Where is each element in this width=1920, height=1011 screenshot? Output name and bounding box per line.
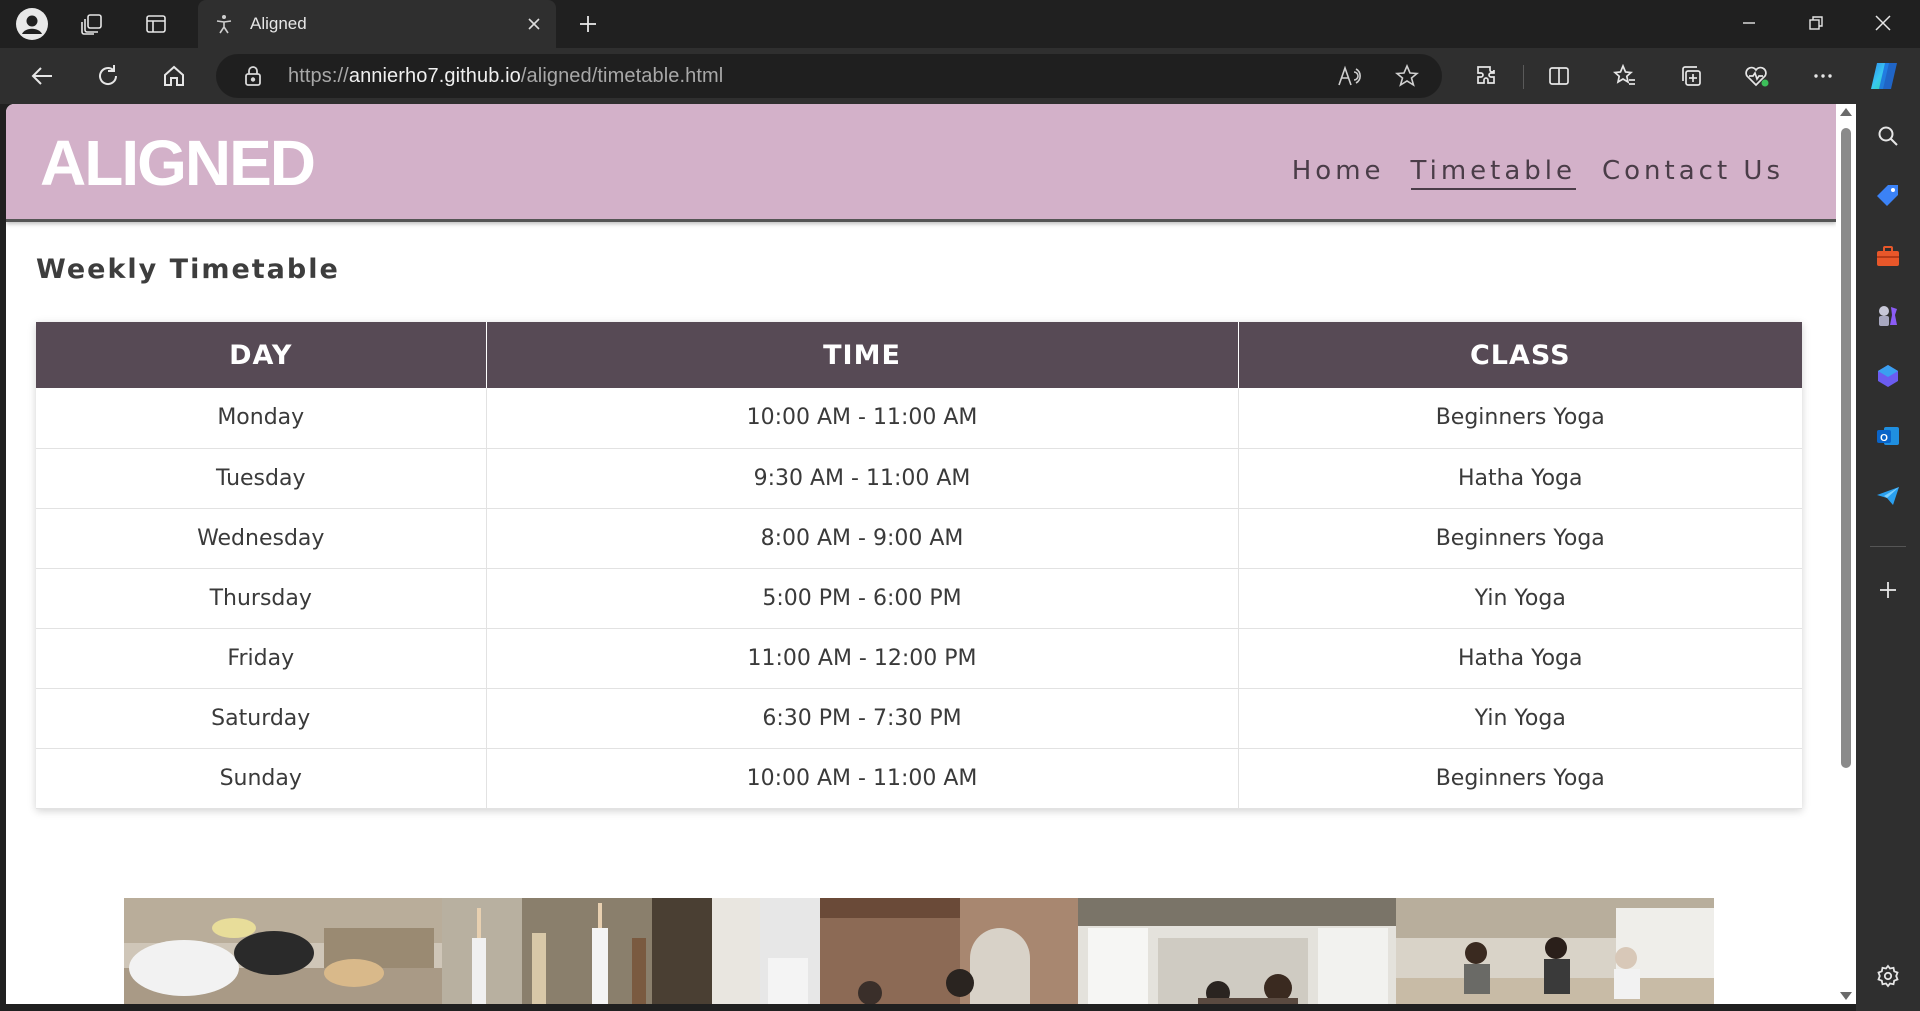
scroll-up-arrow-icon[interactable] bbox=[1840, 108, 1852, 116]
home-icon[interactable] bbox=[156, 58, 192, 94]
toolbar-separator bbox=[1523, 65, 1524, 89]
main-nav: Home Timetable Contact Us bbox=[1292, 156, 1784, 190]
table-header-row: DAY TIME CLASS bbox=[36, 322, 1802, 388]
profile-icon[interactable] bbox=[16, 8, 48, 40]
lock-icon[interactable] bbox=[242, 65, 264, 87]
nav-link-home[interactable]: Home bbox=[1292, 156, 1385, 190]
time-cell: 11:00 AM - 12:00 PM bbox=[486, 628, 1239, 689]
sidebar-separator bbox=[1870, 546, 1906, 547]
browser-toolbar: https://annierho7.github.io/aligned/time… bbox=[0, 48, 1920, 104]
time-cell: 8:00 AM - 9:00 AM bbox=[486, 508, 1239, 569]
photo-gallery bbox=[124, 898, 1714, 1004]
back-arrow-icon[interactable] bbox=[24, 58, 60, 94]
scrollbar-thumb[interactable] bbox=[1841, 128, 1851, 768]
browser-essentials-icon[interactable] bbox=[1739, 58, 1775, 94]
time-cell: 5:00 PM - 6:00 PM bbox=[486, 568, 1239, 629]
table-row: Friday 11:00 AM - 12:00 PM Hatha Yoga bbox=[36, 628, 1802, 689]
table-row: Monday 10:00 AM - 11:00 AM Beginners Yog… bbox=[36, 388, 1802, 449]
workspaces-icon[interactable] bbox=[76, 8, 108, 40]
outlook-icon[interactable]: O bbox=[1872, 420, 1904, 452]
day-cell: Friday bbox=[36, 628, 487, 689]
time-cell: 10:00 AM - 11:00 AM bbox=[486, 748, 1239, 809]
time-cell: 10:00 AM - 11:00 AM bbox=[486, 388, 1239, 449]
restore-window-icon[interactable] bbox=[1783, 0, 1849, 46]
day-cell: Wednesday bbox=[36, 508, 487, 569]
nav-link-timetable[interactable]: Timetable bbox=[1410, 156, 1576, 190]
shopping-tag-icon[interactable] bbox=[1872, 180, 1904, 212]
column-header-day: DAY bbox=[36, 322, 487, 388]
yoga-figure-favicon-icon bbox=[216, 15, 232, 34]
site-logo[interactable]: ALIGNED bbox=[40, 126, 316, 200]
page-title: Weekly Timetable bbox=[36, 254, 340, 285]
active-browser-tab[interactable]: Aligned bbox=[198, 0, 556, 48]
brick-studio-class-photo bbox=[760, 898, 1078, 1004]
extensions-icon[interactable] bbox=[1469, 58, 1505, 94]
page-scrollbar[interactable] bbox=[1836, 104, 1856, 1004]
copilot-icon[interactable] bbox=[1866, 58, 1902, 94]
address-bar[interactable]: https://annierho7.github.io/aligned/time… bbox=[216, 54, 1442, 98]
svg-text:O: O bbox=[1880, 433, 1888, 444]
search-icon[interactable] bbox=[1872, 120, 1904, 152]
bright-studio-class-photo bbox=[1078, 898, 1396, 1004]
class-cell: Hatha Yoga bbox=[1238, 448, 1802, 509]
yoga-studio-arms-raised-photo bbox=[442, 898, 760, 1004]
nav-link-contact[interactable]: Contact Us bbox=[1602, 156, 1784, 190]
close-tab-icon[interactable] bbox=[522, 12, 546, 36]
minimize-window-icon[interactable] bbox=[1716, 0, 1782, 46]
table-row: Thursday 5:00 PM - 6:00 PM Yin Yoga bbox=[36, 568, 1802, 629]
new-tab-plus-icon[interactable] bbox=[572, 8, 604, 40]
time-cell: 6:30 PM - 7:30 PM bbox=[486, 688, 1239, 749]
add-sidebar-app-plus-icon[interactable] bbox=[1872, 574, 1904, 606]
collections-icon[interactable] bbox=[1673, 58, 1709, 94]
day-cell: Tuesday bbox=[36, 448, 487, 509]
day-cell: Thursday bbox=[36, 568, 487, 629]
toolbox-icon[interactable] bbox=[1872, 240, 1904, 272]
chess-icon[interactable] bbox=[1872, 300, 1904, 332]
site-header: ALIGNED Home Timetable Contact Us bbox=[6, 104, 1836, 222]
day-cell: Saturday bbox=[36, 688, 487, 749]
page-viewport: ALIGNED Home Timetable Contact Us Weekly… bbox=[6, 104, 1856, 1004]
day-cell: Sunday bbox=[36, 748, 487, 809]
class-cell: Beginners Yoga bbox=[1238, 748, 1802, 809]
url-text[interactable]: https://annierho7.github.io/aligned/time… bbox=[288, 65, 723, 88]
send-icon[interactable] bbox=[1872, 480, 1904, 512]
table-row: Saturday 6:30 PM - 7:30 PM Yin Yoga bbox=[36, 688, 1802, 749]
seated-meditation-group-photo bbox=[1396, 898, 1714, 1004]
more-options-icon[interactable] bbox=[1805, 58, 1841, 94]
copilot-sidebar-icon[interactable] bbox=[1872, 360, 1904, 392]
class-cell: Hatha Yoga bbox=[1238, 628, 1802, 689]
table-row: Tuesday 9:30 AM - 11:00 AM Hatha Yoga bbox=[36, 448, 1802, 509]
browser-tab-bar: Aligned bbox=[0, 0, 1920, 48]
favorite-star-icon[interactable] bbox=[1394, 63, 1420, 89]
class-cell: Yin Yoga bbox=[1238, 568, 1802, 629]
read-aloud-icon[interactable] bbox=[1336, 63, 1362, 89]
yoga-child-pose-photo bbox=[124, 898, 442, 1004]
class-cell: Yin Yoga bbox=[1238, 688, 1802, 749]
close-window-icon[interactable] bbox=[1850, 0, 1916, 46]
timetable-table: DAY TIME CLASS Monday 10:00 AM - 11:00 A… bbox=[36, 322, 1802, 809]
tab-title: Aligned bbox=[250, 14, 307, 33]
time-cell: 9:30 AM - 11:00 AM bbox=[486, 448, 1239, 509]
scroll-down-arrow-icon[interactable] bbox=[1840, 992, 1852, 1000]
column-header-time: TIME bbox=[486, 322, 1239, 388]
tab-actions-icon[interactable] bbox=[140, 8, 172, 40]
class-cell: Beginners Yoga bbox=[1238, 388, 1802, 449]
refresh-icon[interactable] bbox=[90, 58, 126, 94]
class-cell: Beginners Yoga bbox=[1238, 508, 1802, 569]
gear-icon[interactable] bbox=[1872, 960, 1904, 992]
split-screen-icon[interactable] bbox=[1541, 58, 1577, 94]
table-row: Wednesday 8:00 AM - 9:00 AM Beginners Yo… bbox=[36, 508, 1802, 569]
favorites-icon[interactable] bbox=[1607, 58, 1643, 94]
table-row: Sunday 10:00 AM - 11:00 AM Beginners Yog… bbox=[36, 748, 1802, 809]
column-header-class: CLASS bbox=[1238, 322, 1802, 388]
day-cell: Monday bbox=[36, 388, 487, 449]
edge-sidebar: O bbox=[1856, 104, 1920, 1011]
